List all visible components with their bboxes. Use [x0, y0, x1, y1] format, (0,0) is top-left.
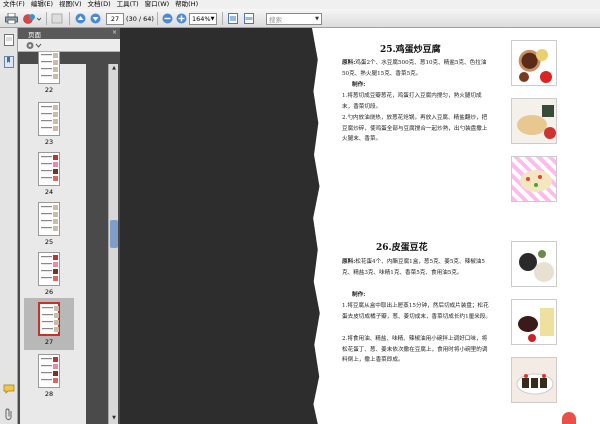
zoom-in-icon[interactable] [175, 12, 187, 25]
menu-tools[interactable]: 工具(T) [117, 0, 139, 9]
dish-photo [511, 156, 557, 202]
scroll-down-icon[interactable]: ▼ [110, 415, 118, 423]
page-thumbnail[interactable] [38, 52, 60, 84]
ingredients-text: 鸡蛋2个、水豆腐500克、葱10克、精盐5克、色拉油50克、熟火腿15克、香菜5… [342, 60, 487, 77]
page-thumbnail[interactable] [38, 102, 60, 136]
menu-edit[interactable]: 编辑(E) [31, 0, 53, 9]
page-thumbnail[interactable] [38, 152, 60, 186]
thumbnail-scrollbar[interactable]: ▲ ▼ [108, 64, 118, 424]
method-label: 制作: [352, 82, 366, 88]
menu-help[interactable]: 帮助(H) [175, 0, 198, 9]
page-count-label: (30 / 64) [126, 14, 154, 23]
menu-bar: 文件(F) 编辑(E) 视图(V) 文档(D) 工具(T) 窗口(W) 帮助(H… [0, 0, 600, 9]
thumbnail-label: 26 [44, 288, 54, 296]
pages-panel-header: 页面 × [18, 28, 120, 39]
panel-title: 页面 [28, 30, 41, 39]
dish-photo [511, 241, 557, 287]
thumbnail-label: 22 [44, 86, 54, 94]
thumbnail-label: 28 [44, 390, 54, 398]
menu-file[interactable]: 文件(F) [3, 0, 25, 9]
next-page-icon[interactable] [89, 12, 101, 25]
recipe-title: 26.皮蛋豆花 [376, 243, 428, 253]
recipe-step: 1.将葱切成豆瓣葱花，鸡蛋打入豆腐内搅匀，熟火腿切成末，香菜切段。 [342, 93, 482, 110]
page-number-input[interactable]: 27 [106, 12, 124, 25]
recipe-step: 2.勺内放油烧热，放葱花炝锅，再放入豆腐、精盐翻炒，把豆腐炒碎，使鸡蛋全部与豆腐… [342, 115, 488, 142]
recipe-step: 1.将豆腐从盒中取出上屉蒸15分钟，然后切成片装盘；松花蛋去皮切成橘子瓣，葱、姜… [342, 303, 491, 320]
fit-width-icon[interactable] [243, 12, 255, 25]
chevron-down-icon: ▼ [210, 15, 215, 22]
pdf-page: 25.鸡蛋炒豆腐 原料:鸡蛋2个、水豆腐500克、葱10克、精盐5克、色拉油50… [312, 28, 600, 424]
recipe-ingredients: 原料:松花蛋4个、内酯豆腐1盒，葱5克、姜5克、辣椒油5克、精盐3克、味精1克、… [342, 257, 492, 278]
toolbar: 27 (30 / 64) 164% ▼ 搜索 ▼ [0, 9, 600, 28]
print-icon[interactable] [4, 12, 18, 25]
zoom-select[interactable]: 164% ▼ [189, 12, 217, 25]
page-thumbnail[interactable] [38, 252, 60, 286]
ingredients-text: 松花蛋4个、内酯豆腐1盒，葱5克、姜5克、辣椒油5克、精盐3克、味精1克、香菜5… [342, 259, 485, 276]
scroll-thumb[interactable] [110, 220, 118, 248]
collaborate-icon[interactable] [22, 12, 42, 25]
bookmarks-icon[interactable] [4, 56, 14, 70]
zoom-value: 164% [192, 14, 211, 23]
menu-window[interactable]: 窗口(W) [145, 0, 170, 9]
method-label: 制作: [352, 292, 366, 298]
page-corner-badge [562, 412, 576, 424]
page-thumbnail[interactable] [38, 354, 60, 388]
thumbnail-label: 23 [44, 138, 54, 146]
attachments-icon[interactable] [4, 408, 14, 422]
previous-page-icon[interactable] [74, 12, 86, 25]
pages-panel-toolbar [18, 39, 120, 52]
recipe-title: 25.鸡蛋炒豆腐 [380, 45, 441, 55]
dish-photo [511, 357, 557, 403]
dish-photo [511, 40, 557, 86]
recipe-step: 2.将食用油、精盐、味精、辣椒油用小碗拌上调好口味，将松花蛋丁、葱、姜末依次撒在… [342, 336, 488, 363]
thumbnail-label: 25 [44, 238, 54, 246]
thumbnail-label: 24 [44, 188, 54, 196]
search-placeholder: 搜索 [269, 15, 282, 24]
ingredients-label: 原料: [342, 60, 356, 66]
options-icon[interactable] [26, 41, 42, 52]
chevron-down-icon: ▼ [315, 15, 319, 22]
scroll-up-icon[interactable]: ▲ [110, 65, 118, 73]
thumbnail-column: 22 23 24 25 26 27 28 [20, 52, 86, 424]
ingredients-label: 原料: [342, 259, 356, 265]
recipe-ingredients: 原料:鸡蛋2个、水豆腐500克、葱10克、精盐5克、色拉油50克、熟火腿15克、… [342, 58, 492, 79]
menu-document[interactable]: 文档(D) [88, 0, 111, 9]
close-icon[interactable]: × [112, 29, 117, 36]
dish-photo [511, 299, 557, 345]
page-thumbnail[interactable] [38, 302, 60, 336]
thumbnail-label: 27 [44, 338, 54, 346]
pages-icon[interactable] [4, 34, 14, 48]
page-thumbnails: 22 23 24 25 26 27 28 ▲ ▼ [18, 52, 120, 424]
zoom-out-icon[interactable] [161, 12, 173, 25]
dish-photo [511, 98, 557, 144]
page-thumbnail[interactable] [38, 202, 60, 236]
select-tool-icon[interactable] [50, 12, 64, 25]
menu-view[interactable]: 视图(V) [59, 0, 82, 9]
comments-icon[interactable] [3, 384, 15, 396]
navigation-strip [0, 28, 18, 424]
fit-page-icon[interactable] [227, 12, 239, 25]
search-input[interactable]: 搜索 ▼ [266, 12, 322, 25]
